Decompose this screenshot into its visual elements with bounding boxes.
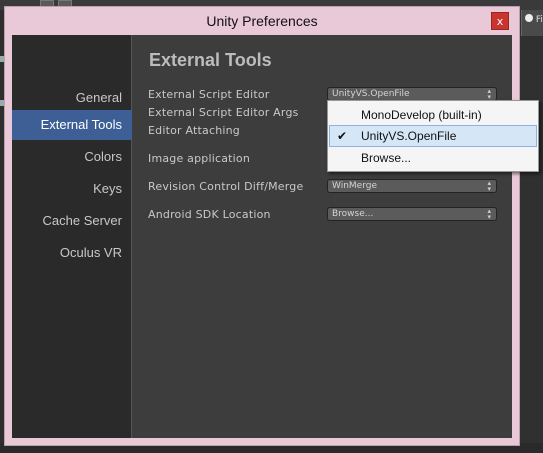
script-editor-dropdown[interactable]: UnityVS.OpenFile ▴ ▾	[327, 87, 497, 101]
preferences-sidebar: General External Tools Colors Keys Cache…	[12, 35, 132, 438]
android-sdk-value: Browse...	[332, 209, 374, 219]
dropdown-arrows-icon: ▴ ▾	[487, 207, 491, 221]
window-title: Unity Preferences	[206, 13, 318, 29]
unity-icon	[525, 14, 533, 22]
script-editor-value: UnityVS.OpenFile	[332, 89, 410, 99]
revision-diff-value: WinMerge	[332, 181, 377, 191]
sidebar-item-cache-server[interactable]: Cache Server	[12, 206, 132, 236]
image-application-label: Image application	[148, 152, 251, 165]
window-client-area: General External Tools Colors Keys Cache…	[12, 35, 512, 438]
editor-attaching-label: Editor Attaching	[148, 124, 240, 137]
menu-item-browse[interactable]: Browse...	[329, 147, 537, 169]
script-editor-popup-menu: MonoDevelop (built-in) ✔ UnityVS.OpenFil…	[327, 100, 539, 172]
close-icon: x	[496, 15, 504, 28]
background-right-tab-label: Fi	[535, 15, 543, 25]
menu-item-monodevelop[interactable]: MonoDevelop (built-in)	[329, 104, 537, 126]
preferences-window: Unity Preferences x General External Too…	[4, 6, 520, 446]
script-editor-label: External Script Editor	[148, 88, 270, 101]
dropdown-arrows-icon: ▴ ▾	[487, 179, 491, 193]
sidebar-item-colors[interactable]: Colors	[12, 142, 132, 172]
page-title: External Tools	[149, 50, 272, 70]
menu-item-label: Browse...	[361, 151, 412, 165]
background-right-tab[interactable]: Fi	[521, 10, 543, 36]
revision-diff-dropdown[interactable]: WinMerge ▴ ▾	[327, 179, 497, 193]
menu-item-label: MonoDevelop (built-in)	[361, 108, 482, 122]
sidebar-item-oculus-vr[interactable]: Oculus VR	[12, 238, 132, 268]
sidebar-item-external-tools[interactable]: External Tools	[12, 110, 132, 140]
dropdown-arrows-icon: ▴ ▾	[487, 87, 491, 101]
android-sdk-dropdown[interactable]: Browse... ▴ ▾	[327, 207, 497, 221]
script-editor-args-label: External Script Editor Args	[148, 106, 299, 119]
close-button[interactable]: x	[491, 12, 509, 30]
menu-item-unityvs-openfile[interactable]: ✔ UnityVS.OpenFile	[329, 125, 537, 147]
window-titlebar[interactable]: Unity Preferences x	[5, 7, 519, 35]
sidebar-item-general[interactable]: General	[12, 83, 132, 113]
sidebar-item-keys[interactable]: Keys	[12, 174, 132, 204]
menu-item-label: UnityVS.OpenFile	[361, 129, 457, 143]
android-sdk-label: Android SDK Location	[148, 208, 271, 221]
revision-diff-label: Revision Control Diff/Merge	[148, 180, 304, 193]
preferences-content: External Tools External Script Editor Un…	[133, 35, 512, 438]
background-right-panel	[520, 10, 543, 453]
checkmark-icon: ✔	[337, 129, 348, 143]
